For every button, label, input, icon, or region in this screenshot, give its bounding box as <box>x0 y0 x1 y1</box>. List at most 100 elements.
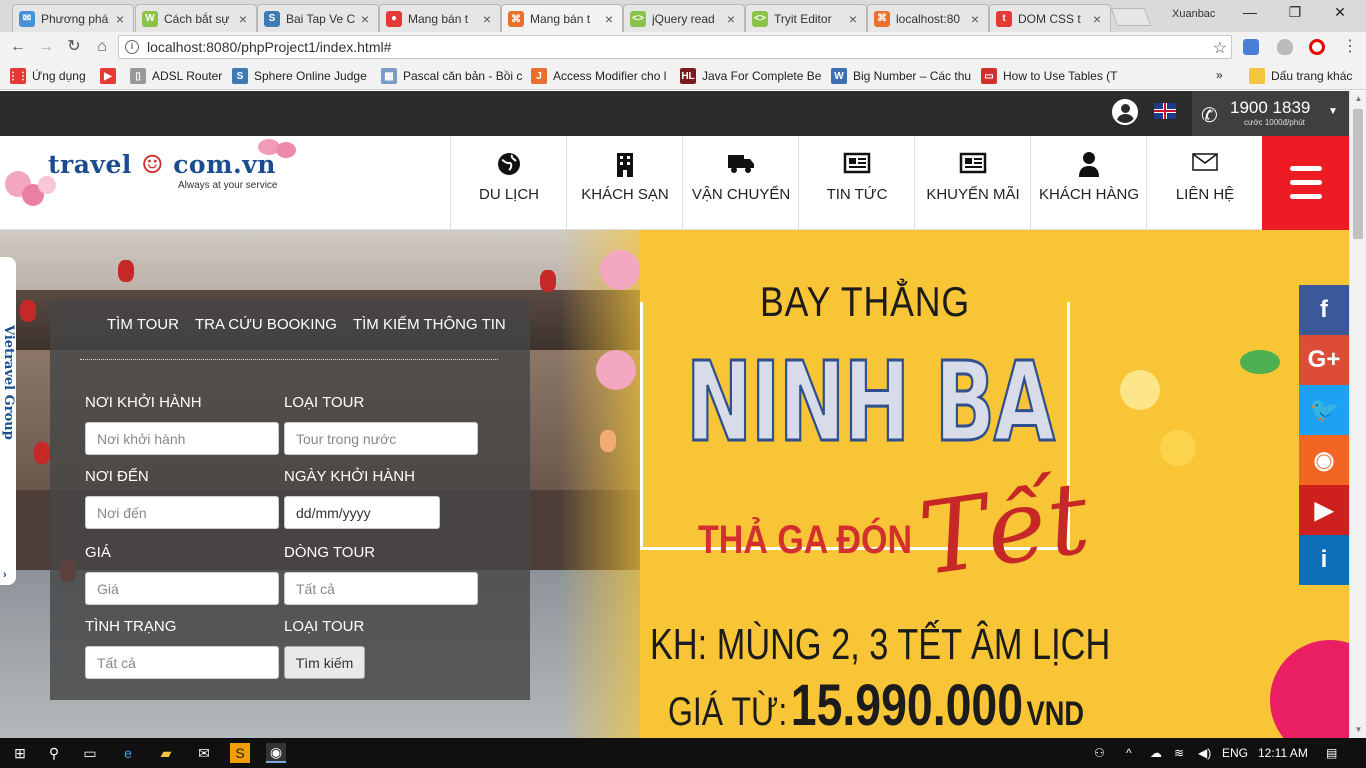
vietravel-group-tab[interactable]: Vietravel Group › <box>0 257 16 585</box>
bookmark-item[interactable]: S Sphere Online Judge <box>232 68 367 84</box>
departure-input[interactable]: Nơi khởi hành <box>85 422 279 455</box>
edge-icon[interactable]: e <box>118 743 138 763</box>
new-tab-button[interactable] <box>1110 8 1152 26</box>
opera-icon[interactable] <box>1309 39 1325 55</box>
close-tab-icon[interactable]: × <box>113 11 127 27</box>
close-tab-icon[interactable]: × <box>236 11 250 27</box>
tray-chevron-icon[interactable]: ^ <box>1126 746 1132 760</box>
home-icon[interactable]: ⌂ <box>92 37 112 57</box>
tour-line-select[interactable]: Tất cả <box>284 572 478 605</box>
english-flag-icon[interactable] <box>1154 103 1176 119</box>
close-tab-icon[interactable]: × <box>358 11 372 27</box>
profile-name[interactable]: Xuanbac <box>1172 8 1215 20</box>
browser-tab[interactable]: ✉ Phương phá × <box>12 4 134 32</box>
minimize-icon[interactable]: — <box>1235 4 1265 24</box>
info-icon[interactable]: i <box>1299 535 1349 585</box>
nav-item-2[interactable]: VẬN CHUYỂN <box>682 136 798 230</box>
youtube-icon[interactable]: ▶ <box>1299 485 1349 535</box>
reload-icon[interactable]: ↻ <box>64 37 84 57</box>
forward-icon[interactable]: → <box>36 37 56 57</box>
hotline[interactable]: ✆ 1900 1839 cước 1000đ/phút ▼ <box>1192 91 1349 136</box>
tour-type-select[interactable]: Tour trong nước <box>284 422 478 455</box>
depart-date-input[interactable]: dd/mm/yyyy <box>284 496 440 529</box>
tab-title: Mang bán t <box>530 12 591 26</box>
browser-tab[interactable]: ● Mang bán t × <box>379 4 501 32</box>
onedrive-icon[interactable]: ☁ <box>1150 746 1162 760</box>
tab-find-tour[interactable]: TÌM TOUR <box>107 316 179 333</box>
tab-booking-lookup[interactable]: TRA CỨU BOOKING <box>195 316 337 333</box>
shield-icon[interactable] <box>1277 39 1293 55</box>
nav-item-6[interactable]: LIÊN HỆ <box>1146 136 1262 230</box>
folder-icon <box>1249 68 1265 84</box>
promo-price: GIÁ TỪ: 15.990.000 VND <box>668 672 1084 738</box>
bookmark-item[interactable]: ⋮⋮ Ứng dụng <box>8 68 86 84</box>
browser-tab[interactable]: <> jQuery read × <box>623 4 745 32</box>
nav-item-4[interactable]: KHUYẾN MÃI <box>914 136 1030 230</box>
browser-tab[interactable]: t DOM CSS t × <box>989 4 1111 32</box>
browser-tab[interactable]: ⌘ localhost:80 × <box>867 4 989 32</box>
bookmark-label: Access Modifier cho l <box>553 69 667 83</box>
bookmark-star-icon[interactable]: ☆ <box>1213 38 1227 58</box>
close-tab-icon[interactable]: × <box>1090 11 1104 27</box>
other-bookmarks-folder[interactable]: Dấu trang khác <box>1249 68 1352 84</box>
bookmark-item[interactable]: ▦ Pascal căn bản - Bồi c <box>381 68 522 84</box>
task-view-icon[interactable]: ▭ <box>80 743 100 763</box>
search-button[interactable]: Tìm kiếm <box>284 646 365 679</box>
scroll-down-icon[interactable]: ▼ <box>1350 722 1366 738</box>
user-account-icon[interactable] <box>1112 99 1138 125</box>
windows-start-icon[interactable]: ⊞ <box>10 743 30 763</box>
bookmark-favicon-icon: S <box>232 68 248 84</box>
bookmark-item[interactable]: ▯ ADSL Router <box>130 68 222 84</box>
close-tab-icon[interactable]: × <box>480 11 494 27</box>
scrollbar-thumb[interactable] <box>1353 109 1363 239</box>
bookmark-item[interactable]: ▭ How to Use Tables (T <box>981 68 1118 84</box>
close-tab-icon[interactable]: × <box>602 11 616 27</box>
browser-tab[interactable]: W Cách bắt sự × <box>135 4 257 32</box>
destination-input[interactable]: Nơi đến <box>85 496 279 529</box>
file-explorer-icon[interactable]: ▰ <box>156 743 176 763</box>
browser-tab[interactable]: <> Tryit Editor × <box>745 4 867 32</box>
rss-icon[interactable]: ◉ <box>1299 435 1349 485</box>
tab-info-search[interactable]: TÌM KIẾM THÔNG TIN <box>353 316 506 333</box>
hamburger-menu-button[interactable] <box>1262 136 1349 230</box>
browser-tab[interactable]: ⌘ Mang bán t × <box>501 4 623 33</box>
browser-menu-icon[interactable]: ⋮ <box>1340 37 1360 57</box>
sublime-icon[interactable]: S <box>230 743 250 763</box>
browser-tab[interactable]: S Bai Tap Ve C × <box>257 4 379 32</box>
bookmark-item[interactable]: J Access Modifier cho l <box>531 68 666 84</box>
language-indicator[interactable]: ENG <box>1222 746 1248 760</box>
status-select[interactable]: Tất cả <box>85 646 279 679</box>
clock[interactable]: 12:11 AM <box>1258 746 1308 760</box>
wifi-icon[interactable]: ≋ <box>1174 746 1184 760</box>
maximize-icon[interactable]: ❐ <box>1280 4 1310 24</box>
nav-item-1[interactable]: KHÁCH SẠN <box>566 136 682 230</box>
page-scrollbar[interactable]: ▲ ▼ <box>1349 91 1366 738</box>
translate-icon[interactable] <box>1243 39 1259 55</box>
mail-icon[interactable]: ✉ <box>194 743 214 763</box>
close-window-icon[interactable]: ✕ <box>1325 4 1355 24</box>
bookmark-item[interactable]: W Big Number – Các thu <box>831 68 971 84</box>
price-select[interactable]: Giá <box>85 572 279 605</box>
notification-center-icon[interactable]: ▤ <box>1326 746 1337 760</box>
nav-item-5[interactable]: KHÁCH HÀNG <box>1030 136 1146 230</box>
close-tab-icon[interactable]: × <box>846 11 860 27</box>
people-icon[interactable]: ⚇ <box>1094 746 1105 760</box>
nav-item-0[interactable]: DU LỊCH <box>450 136 566 230</box>
back-icon[interactable]: ← <box>8 37 28 57</box>
address-bar[interactable]: i localhost:8080/phpProject1/index.html#… <box>118 35 1232 59</box>
google-plus-icon[interactable]: G+ <box>1299 335 1349 385</box>
volume-icon[interactable]: ◀) <box>1198 746 1211 760</box>
scroll-up-icon[interactable]: ▲ <box>1350 91 1366 107</box>
info-icon[interactable]: i <box>125 40 139 54</box>
search-icon[interactable]: ⚲ <box>44 743 64 763</box>
chrome-icon[interactable]: ◉ <box>266 743 286 763</box>
more-bookmarks-button[interactable]: » <box>1216 68 1223 82</box>
site-logo[interactable]: travel ☺ com.vn Always at your service <box>48 150 277 191</box>
nav-item-3[interactable]: TIN TỨC <box>798 136 914 230</box>
close-tab-icon[interactable]: × <box>724 11 738 27</box>
facebook-icon[interactable]: f <box>1299 285 1349 335</box>
twitter-icon[interactable]: 🐦 <box>1299 385 1349 435</box>
close-tab-icon[interactable]: × <box>968 11 982 27</box>
bookmark-item[interactable]: ▶ <box>100 68 122 84</box>
bookmark-item[interactable]: HL Java For Complete Be <box>680 68 821 84</box>
